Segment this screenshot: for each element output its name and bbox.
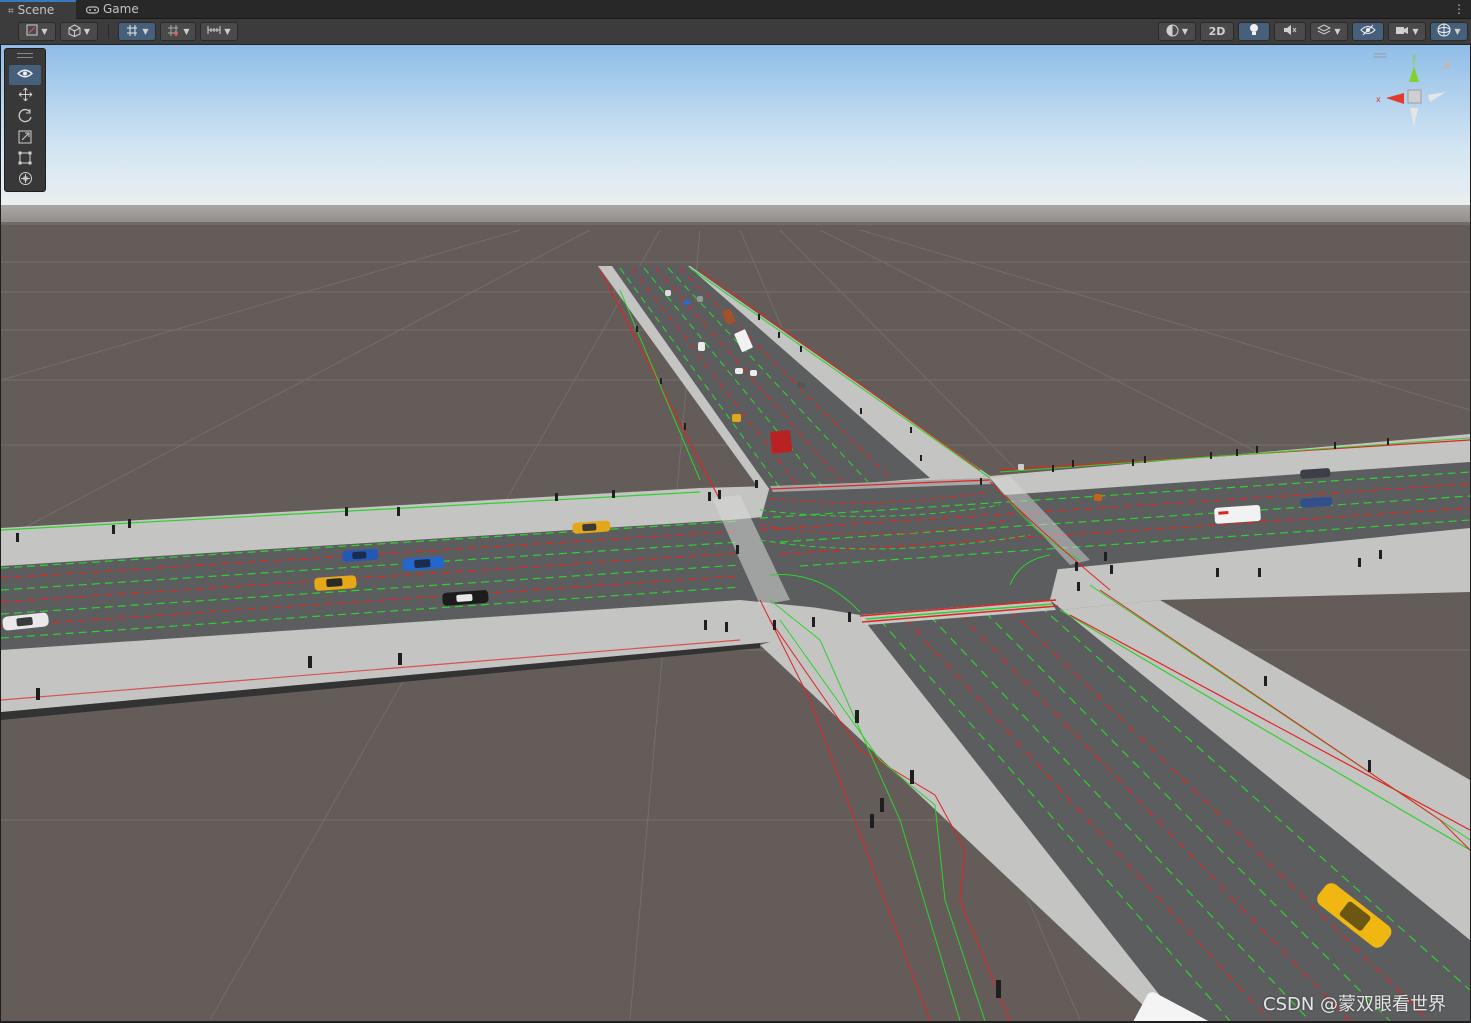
chevron-down-icon: ▼ — [83, 27, 91, 36]
gizmo-axis-y-label: y — [1412, 52, 1417, 61]
tab-game[interactable]: Game — [78, 0, 148, 19]
tab-scene-label: Scene — [17, 3, 55, 17]
watermark: CSDN @蒙双眼看世界 — [1263, 994, 1447, 1015]
toggle-2d-button[interactable]: 2D — [1200, 22, 1234, 41]
move-tool-button[interactable] — [9, 86, 41, 106]
scene-render — [1, 45, 1470, 1021]
draw-mode-icon — [26, 24, 38, 39]
rect-tool-icon — [18, 151, 32, 168]
toolbar-separator — [108, 24, 109, 39]
projection-label-text: Persp — [1402, 140, 1433, 153]
rotate-tool-icon — [18, 108, 33, 126]
chevron-down-icon: ▼ — [1454, 27, 1461, 36]
drag-handle-icon[interactable] — [17, 53, 33, 58]
chevron-down-icon: ▼ — [1181, 27, 1189, 36]
ruler-button[interactable]: ▼ — [200, 22, 238, 41]
chevron-down-icon: ▼ — [41, 27, 48, 36]
audio-toggle-button[interactable] — [1274, 22, 1306, 41]
scene-visibility-button[interactable] — [1352, 22, 1384, 41]
shading-mode-button[interactable]: ▼ — [60, 22, 98, 41]
effects-icon — [1317, 24, 1332, 39]
rect-tool-button[interactable] — [9, 149, 41, 169]
ruler-icon — [207, 24, 221, 39]
snap-grid-icon — [125, 24, 139, 40]
lock-icon[interactable] — [1444, 59, 1450, 69]
render-mode-icon — [1166, 24, 1179, 40]
camera-settings-button[interactable]: ▼ — [1388, 22, 1426, 41]
scale-tool-button[interactable] — [9, 128, 41, 148]
scale-tool-icon — [18, 130, 32, 147]
tab-game-label: Game — [103, 2, 139, 16]
gizmo-axis-x-label: x — [1376, 95, 1381, 104]
scene-toolbar: ▼ ▼ ▼ ▼ ▼ ▼ 2D ▼ ▼ ▼ — [0, 19, 1471, 45]
transform-tool-icon — [18, 171, 33, 189]
increment-snap-button[interactable]: ▼ — [160, 22, 196, 41]
fire-truck — [770, 430, 792, 454]
view-tool-button[interactable] — [9, 65, 41, 85]
gizmos-icon — [1437, 23, 1451, 40]
grid-icon: ⌗ — [8, 6, 14, 17]
chevron-down-icon: ▼ — [142, 27, 149, 36]
chevron-down-icon: ▼ — [183, 27, 190, 36]
camera-icon — [1395, 25, 1409, 39]
gizmo-menu-icon[interactable] — [1374, 53, 1386, 58]
gizmos-button[interactable]: ▼ — [1430, 22, 1468, 41]
transform-tool-button[interactable] — [9, 170, 41, 190]
chevron-down-icon: ▼ — [224, 27, 231, 36]
gamepad-icon — [85, 1, 100, 20]
toggle-2d-label: 2D — [1208, 25, 1226, 38]
chevron-down-icon: ▼ — [1412, 27, 1419, 36]
grid-snap-button[interactable]: ▼ — [118, 22, 156, 41]
shading-icon — [68, 23, 81, 40]
tab-scene[interactable]: ⌗ Scene — [0, 0, 76, 19]
chevron-down-icon: ▼ — [1334, 27, 1341, 36]
lighting-icon — [1248, 23, 1260, 40]
draw-mode-button[interactable]: ▼ — [18, 22, 56, 41]
audio-icon — [1283, 24, 1297, 39]
scene-viewport[interactable] — [1, 45, 1470, 1021]
tab-bar: ⌗ Scene Game ⋮ — [0, 0, 1471, 19]
ambulance — [1214, 504, 1261, 524]
projection-label[interactable]: < Persp — [1390, 140, 1433, 153]
increment-snap-icon — [166, 24, 180, 40]
rotate-tool-button[interactable] — [9, 107, 41, 127]
scene-tools-overlay — [4, 48, 46, 192]
effects-button[interactable]: ▼ — [1310, 22, 1348, 41]
lighting-toggle-button[interactable] — [1238, 22, 1270, 41]
move-tool-icon — [18, 87, 33, 105]
more-options-icon[interactable]: ⋮ — [1453, 1, 1465, 17]
gizmo-axes — [1386, 60, 1446, 127]
render-mode-button[interactable]: ▼ — [1158, 22, 1196, 41]
visibility-icon — [1360, 24, 1376, 39]
view-tool-icon — [16, 68, 34, 82]
